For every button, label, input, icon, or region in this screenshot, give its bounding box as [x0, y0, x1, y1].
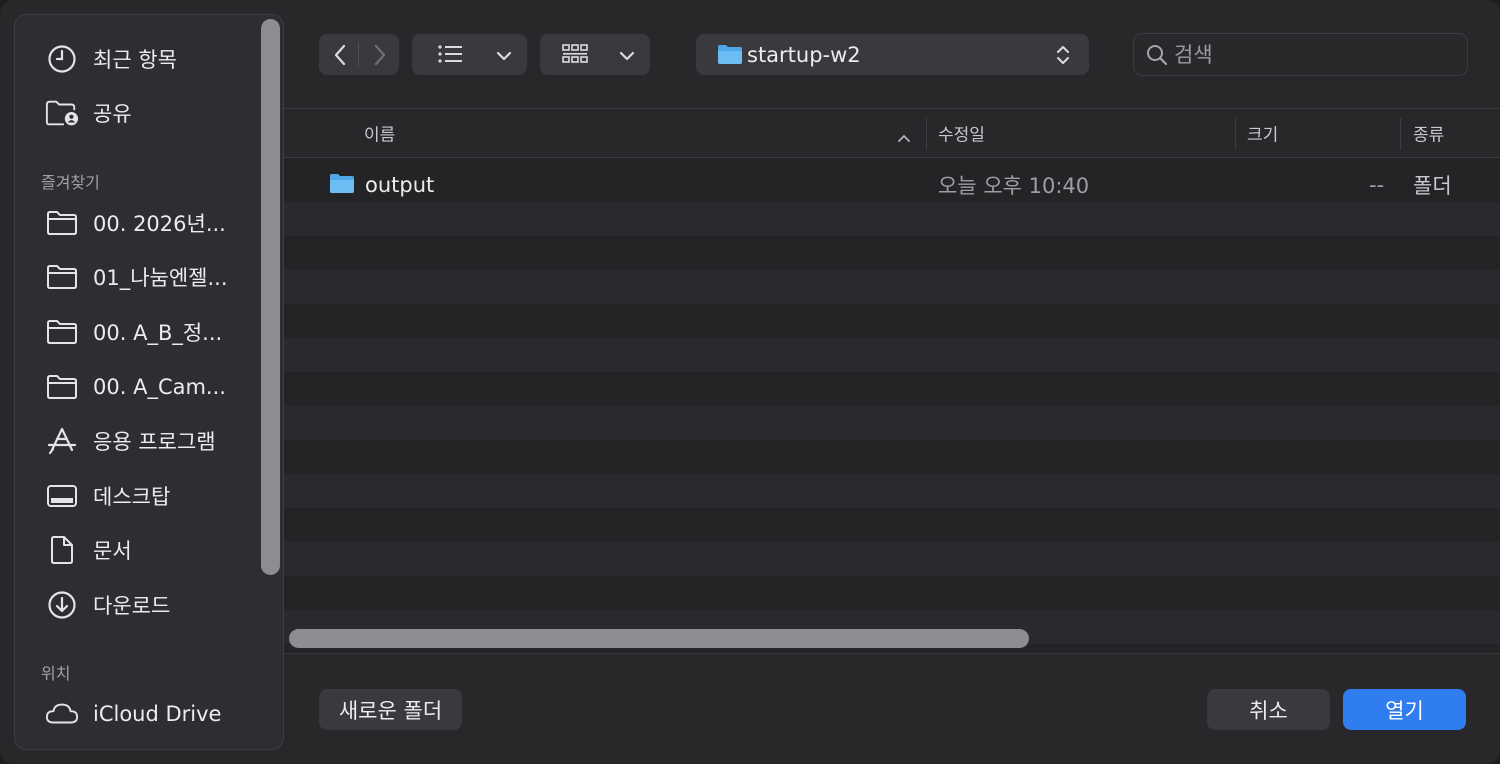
cancel-button[interactable]: 취소	[1207, 689, 1330, 730]
applications-icon	[45, 424, 79, 458]
sidebar-item-label: iCloud Drive	[93, 702, 222, 726]
file-name: output	[365, 173, 435, 197]
chevron-right-icon	[374, 44, 386, 66]
column-divider[interactable]	[1235, 118, 1236, 150]
favorites-section-title: 즐겨찾기	[41, 173, 100, 192]
open-button[interactable]: 열기	[1343, 689, 1466, 730]
back-button[interactable]	[327, 42, 353, 68]
sidebar-item-label: 01_나눔엔젤...	[93, 266, 228, 290]
sidebar-item-label: 00. A_B_정...	[93, 321, 223, 345]
sidebar-item-documents[interactable]: 문서	[15, 528, 255, 572]
folder-icon	[45, 206, 79, 240]
current-folder-label: startup-w2	[747, 42, 861, 67]
chevron-left-icon	[334, 44, 346, 66]
locations-section-title: 위치	[41, 664, 71, 683]
list-icon	[438, 44, 462, 68]
cloud-icon	[45, 697, 79, 731]
location-popup[interactable]: startup-w2	[696, 34, 1089, 75]
sidebar-scrollbar-thumb[interactable]	[261, 19, 280, 575]
clock-icon	[45, 42, 79, 76]
column-header-size[interactable]: 크기	[1247, 121, 1278, 146]
sidebar-item-favorite-4[interactable]: 00. A_Cam...	[15, 365, 255, 409]
sidebar-item-label: 공유	[93, 102, 132, 126]
navigation-buttons	[319, 34, 399, 75]
horizontal-scrollbar-thumb[interactable]	[289, 629, 1029, 648]
search-input[interactable]	[1174, 40, 1454, 70]
search-box[interactable]	[1133, 33, 1468, 76]
sidebar-item-downloads[interactable]: 다운로드	[15, 583, 255, 627]
column-header-name[interactable]: 이름	[364, 121, 395, 146]
download-icon	[45, 588, 79, 622]
sidebar-item-favorite-1[interactable]: 00. 2026년...	[15, 201, 255, 245]
column-header-kind[interactable]: 종류	[1413, 121, 1444, 146]
sidebar-item-label: 응용 프로그램	[93, 430, 216, 454]
chevron-down-icon	[619, 47, 635, 66]
sidebar-item-label: 문서	[93, 539, 132, 563]
folder-icon	[717, 43, 743, 69]
folder-icon	[45, 260, 79, 294]
file-list: 이름 수정일 크기 종류 output 오늘 오후 10:40 -- 폴더	[284, 108, 1500, 653]
table-row[interactable]: output 오늘 오후 10:40 -- 폴더	[284, 168, 1500, 202]
sort-ascending-icon	[897, 128, 911, 147]
sidebar-item-label: 00. A_Cam...	[93, 375, 226, 399]
sidebar-item-shared[interactable]: 공유	[15, 91, 255, 135]
gallery-view-button[interactable]	[540, 34, 650, 75]
sidebar: 최근 항목 공유 즐겨찾기 00. 2026년... 01_나눔엔젤... 00…	[14, 14, 284, 750]
sidebar-item-recents[interactable]: 최근 항목	[15, 37, 255, 81]
sidebar-item-label: 다운로드	[93, 594, 171, 618]
search-icon	[1146, 44, 1168, 70]
file-size: --	[1369, 173, 1385, 197]
sidebar-item-label: 데스크탑	[93, 485, 171, 509]
folder-icon	[329, 172, 355, 198]
sidebar-item-label: 최근 항목	[93, 48, 177, 72]
sidebar-item-icloud[interactable]: iCloud Drive	[15, 692, 255, 736]
column-divider[interactable]	[926, 118, 927, 150]
folder-icon	[45, 315, 79, 349]
file-modified: 오늘 오후 10:40	[938, 174, 1090, 198]
forward-button[interactable]	[367, 42, 393, 68]
new-folder-button[interactable]: 새로운 폴더	[319, 689, 462, 730]
divider	[284, 653, 1500, 654]
list-view-button[interactable]	[412, 34, 527, 75]
divider	[358, 42, 359, 67]
chevron-down-icon	[496, 47, 512, 66]
up-down-chevron-icon	[1056, 43, 1070, 71]
sidebar-item-desktop[interactable]: 데스크탑	[15, 474, 255, 518]
sidebar-item-favorite-3[interactable]: 00. A_B_정...	[15, 310, 255, 354]
column-divider[interactable]	[1400, 118, 1401, 150]
folder-icon	[45, 370, 79, 404]
sidebar-item-applications[interactable]: 응용 프로그램	[15, 419, 255, 463]
grid-icon	[562, 43, 588, 69]
desktop-icon	[45, 479, 79, 513]
file-kind: 폴더	[1413, 174, 1452, 198]
sidebar-item-label: 00. 2026년...	[93, 212, 226, 236]
shared-folder-icon	[45, 96, 79, 130]
document-icon	[45, 533, 79, 567]
column-header-modified[interactable]: 수정일	[938, 121, 985, 146]
file-open-dialog: 최근 항목 공유 즐겨찾기 00. 2026년... 01_나눔엔젤... 00…	[0, 0, 1500, 764]
column-header-row: 이름 수정일 크기 종류	[284, 108, 1500, 158]
sidebar-item-favorite-2[interactable]: 01_나눔엔젤...	[15, 255, 255, 299]
